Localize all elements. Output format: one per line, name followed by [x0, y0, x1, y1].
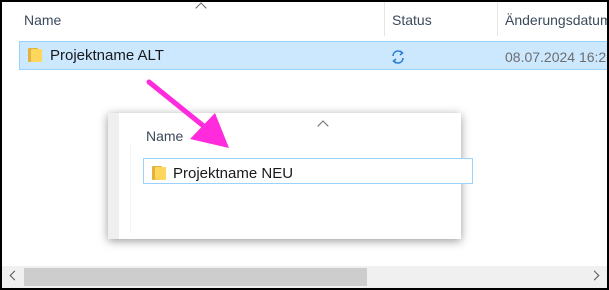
- overlay-explorer-panel: Name Projektname NEU: [108, 113, 473, 239]
- file-row-date: 08.07.2024 16:25: [505, 49, 607, 65]
- column-header-bar: Name Status Änderungsdatum: [2, 2, 607, 36]
- scrollbar-thumb[interactable]: [24, 268, 367, 286]
- file-row-name[interactable]: Projektname ALT: [50, 47, 164, 64]
- sort-ascending-icon: [317, 120, 329, 132]
- folder-icon: [152, 166, 166, 180]
- column-name-header[interactable]: Name: [146, 128, 183, 144]
- sync-icon: [392, 50, 404, 64]
- column-name-header[interactable]: Name: [24, 12, 61, 28]
- column-status-header[interactable]: Status: [392, 12, 432, 28]
- column-divider[interactable]: [384, 2, 385, 36]
- file-row-name[interactable]: Projektname NEU: [173, 165, 293, 182]
- column-divider[interactable]: [497, 2, 498, 36]
- column-divider: [130, 143, 131, 233]
- sort-ascending-icon: [195, 2, 207, 14]
- folder-icon: [28, 48, 42, 62]
- column-date-header[interactable]: Änderungsdatum: [505, 12, 607, 28]
- navigation-pane-edge: [108, 113, 119, 239]
